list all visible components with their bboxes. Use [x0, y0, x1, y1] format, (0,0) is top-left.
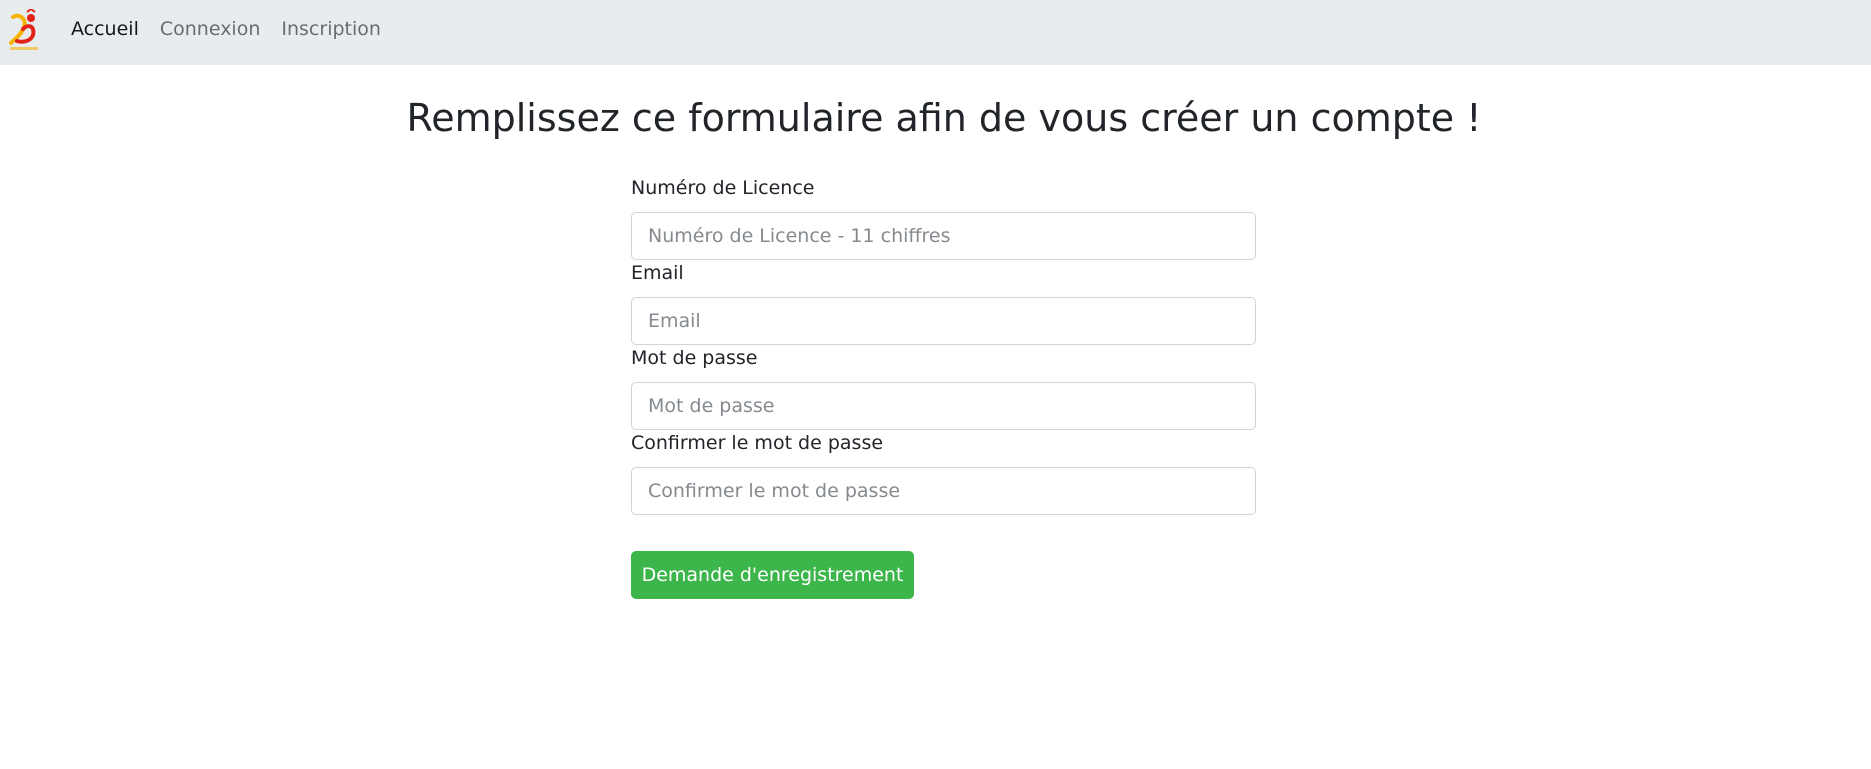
password-input[interactable] [631, 382, 1256, 430]
password-label: Mot de passe [631, 347, 758, 369]
confirm-password-label: Confirmer le mot de passe [631, 432, 884, 454]
email-group: Email [631, 260, 1256, 345]
confirm-password-group: Confirmer le mot de passe [631, 430, 1256, 515]
top-navbar: Accueil Connexion Inscription [0, 0, 1871, 65]
nav-link-connexion[interactable]: Connexion [160, 19, 261, 39]
password-group: Mot de passe [631, 345, 1256, 430]
license-group: Numéro de Licence [631, 175, 1256, 260]
nav-link-accueil[interactable]: Accueil [71, 19, 139, 39]
handball-logo-icon[interactable] [9, 7, 39, 53]
email-label: Email [631, 262, 684, 284]
license-label: Numéro de Licence [631, 177, 815, 199]
nav-link-inscription[interactable]: Inscription [281, 19, 381, 39]
register-request-button[interactable]: Demande d'enregistrement [631, 551, 914, 599]
registration-form: Numéro de Licence Email Mot de passe Con… [631, 175, 1256, 515]
confirm-password-input[interactable] [631, 467, 1256, 515]
email-input[interactable] [631, 297, 1256, 345]
license-input[interactable] [631, 212, 1256, 260]
page-title: Remplissez ce formulaire afin de vous cr… [406, 96, 1482, 140]
nav-links: Accueil Connexion Inscription [71, 0, 381, 58]
